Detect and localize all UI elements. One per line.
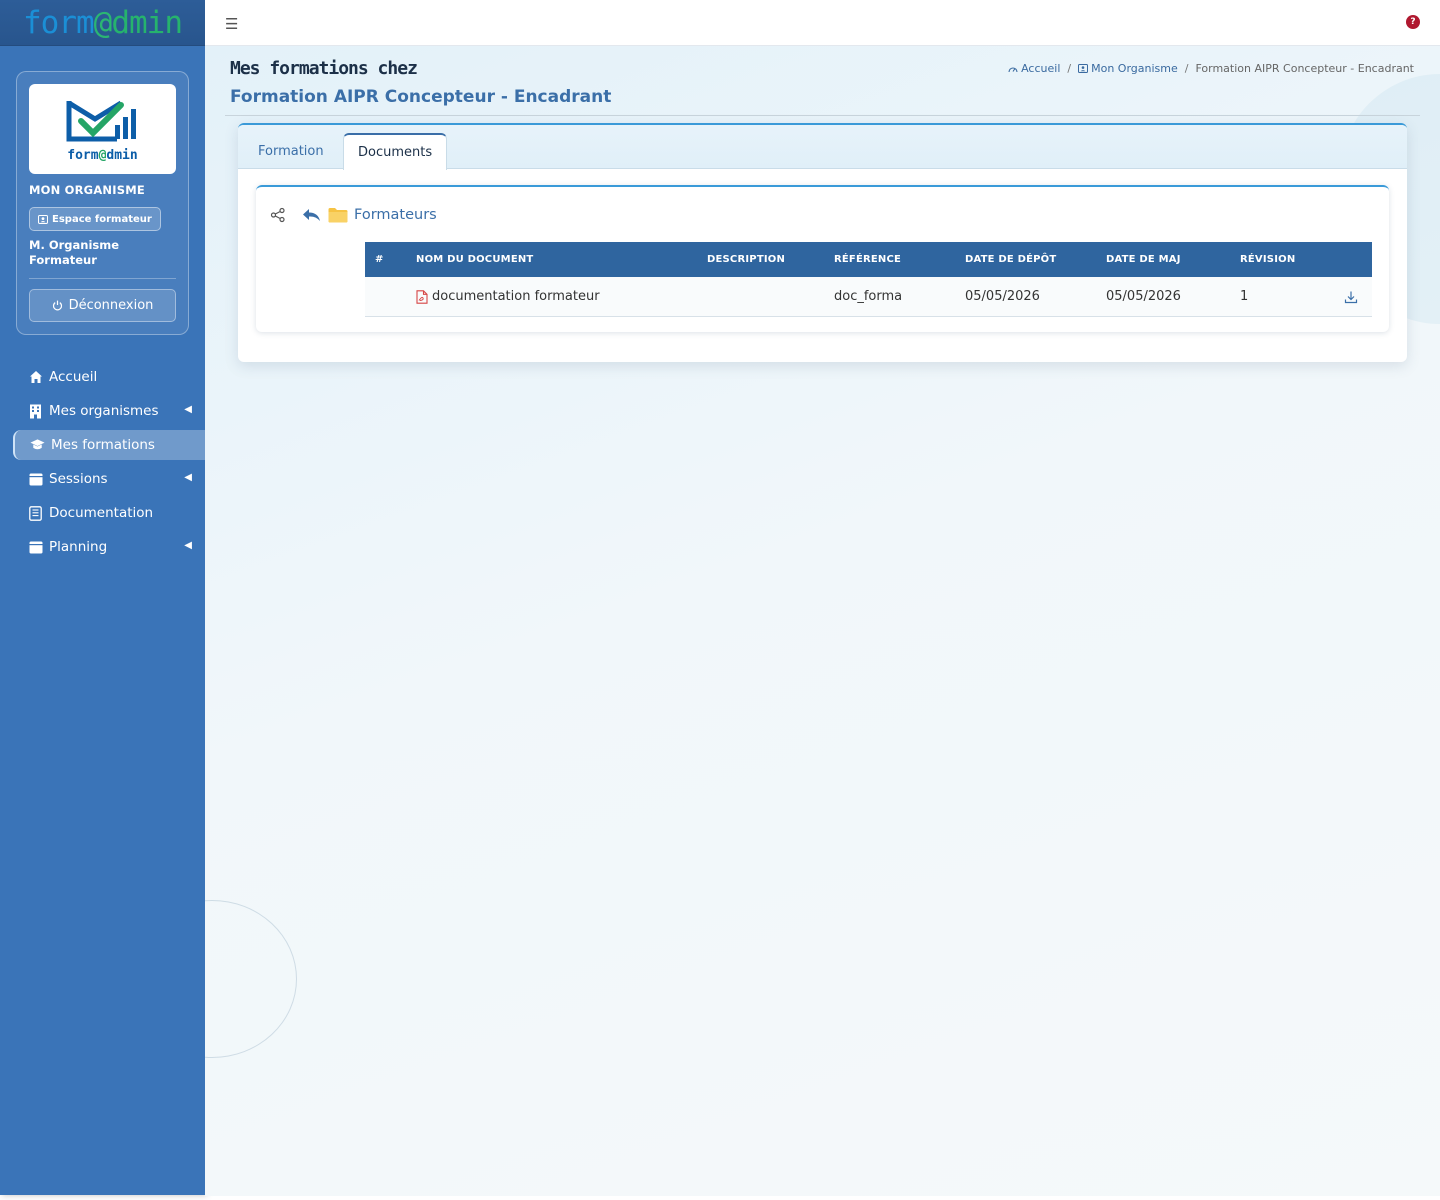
breadcrumb: Accueil / Mon Organisme / Formation AIPR… [1008,62,1414,75]
folder-toolbar: Formateurs [270,207,437,223]
column-header-date-depot[interactable]: DATE DE DÉPÔT [965,254,1106,265]
graduation-icon [30,438,45,453]
brand-logo[interactable]: form@dmin [0,0,205,46]
hamburger-menu-icon[interactable]: ☰ [225,15,238,33]
page-title: Mes formations chez [230,58,418,79]
document-name-label: documentation formateur [432,289,600,304]
organisation-logo: form@dmin [29,84,176,174]
page-subtitle: Formation AIPR Concepteur - Encadrant [230,87,612,107]
sidebar-item-label: Planning [49,539,108,555]
top-bar: ☰ ? [205,0,1440,46]
table-header: # NOM DU DOCUMENT DESCRIPTION RÉFÉRENCE … [365,242,1372,277]
breadcrumb-organisme[interactable]: Mon Organisme [1078,62,1178,75]
breadcrumb-current: Formation AIPR Concepteur - Encadrant [1195,62,1414,75]
sidebar-item-mes-organismes[interactable]: Mes organismes ◀ [0,396,205,426]
tab-documents[interactable]: Documents [343,133,448,170]
dashboard-icon [1008,67,1018,73]
column-header-description[interactable]: DESCRIPTION [707,254,834,265]
formation-card: Formation Documents Formateurs # NOM DU … [238,123,1407,362]
tab-formation[interactable]: Formation [244,133,338,169]
tab-bar: Formation Documents [238,125,1407,170]
building-icon [28,404,43,419]
folder-icon [328,208,348,223]
sidebar-item-accueil[interactable]: Accueil [0,362,205,392]
sidebar-item-label: Sessions [49,471,108,487]
organisation-name: MON ORGANISME [29,183,145,197]
sidebar-item-label: Documentation [49,505,154,521]
chevron-left-icon: ◀ [184,472,192,483]
chevron-left-icon: ◀ [184,540,192,551]
id-card-icon [1078,64,1089,73]
breadcrumb-organisme-label: Mon Organisme [1091,62,1178,75]
sidebar-item-sessions[interactable]: Sessions ◀ [0,464,205,494]
sidebar-nav: Accueil Mes organismes ◀ Mes formations … [0,362,205,566]
sidebar-item-label: Mes organismes [49,403,159,419]
cell-date-depot: 05/05/2026 [965,289,1040,304]
id-card-icon [38,214,48,224]
folder-name[interactable]: Formateurs [354,207,437,223]
documents-table: # NOM DU DOCUMENT DESCRIPTION RÉFÉRENCE … [365,242,1372,317]
brand-text: form@dmin [23,4,183,41]
calendar-icon [28,540,43,555]
logout-label: Déconnexion [68,298,154,313]
profile-divider [29,278,176,279]
document-icon [28,505,43,521]
sidebar-item-label: Mes formations [51,437,155,453]
header-divider [225,115,1420,116]
logo-chart-icon [66,100,136,142]
table-row[interactable]: documentation formateur doc_forma 05/05/… [365,277,1372,317]
sidebar: form@dmin form@dmin MON ORGANISME Espace… [0,0,205,1195]
sidebar-item-mes-formations[interactable]: Mes formations [13,430,205,460]
power-icon [52,300,62,311]
documents-panel: Formateurs # NOM DU DOCUMENT DESCRIPTION… [256,185,1389,332]
calendar-icon [28,472,43,487]
espace-formateur-badge[interactable]: Espace formateur [29,207,161,231]
reply-back-icon[interactable] [302,207,322,223]
download-icon[interactable] [1344,290,1358,304]
column-header-revision[interactable]: RÉVISION [1240,254,1330,265]
column-header-date-maj[interactable]: DATE DE MAJ [1106,254,1240,265]
main-content: Mes formations chez Formation AIPR Conce… [205,46,1440,1196]
cell-document-name[interactable]: documentation formateur [416,289,707,304]
cell-date-maj: 05/05/2026 [1106,289,1181,304]
home-icon [28,370,43,385]
share-icon[interactable] [270,207,286,223]
espace-formateur-label: Espace formateur [52,213,152,225]
breadcrumb-separator: / [1067,62,1072,75]
sidebar-item-documentation[interactable]: Documentation [0,498,205,528]
breadcrumb-separator: / [1184,62,1189,75]
cell-actions [1330,290,1372,304]
sidebar-item-planning[interactable]: Planning ◀ [0,532,205,562]
logout-button[interactable]: Déconnexion [29,289,176,322]
breadcrumb-home-label: Accueil [1021,62,1061,75]
breadcrumb-home[interactable]: Accueil [1008,62,1060,75]
sidebar-item-label: Accueil [49,369,98,385]
decorative-circle [205,900,297,1058]
column-header-name[interactable]: NOM DU DOCUMENT [416,254,707,265]
help-icon[interactable]: ? [1406,15,1420,29]
pdf-file-icon [416,289,428,304]
profile-card: form@dmin MON ORGANISME Espace formateur… [16,71,189,335]
logo-wordmark: form@dmin [67,148,138,163]
cell-reference: doc_forma [834,289,903,304]
user-name: M. Organisme Formateur [29,238,120,267]
column-header-number[interactable]: # [365,254,416,265]
column-header-reference[interactable]: RÉFÉRENCE [834,254,965,265]
chevron-left-icon: ◀ [184,404,192,415]
cell-revision: 1 [1240,289,1249,304]
